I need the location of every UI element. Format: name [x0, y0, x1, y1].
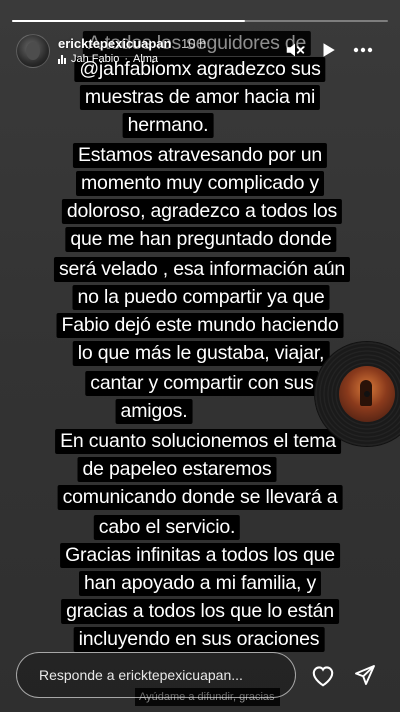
story-text-line: Gracias infinitas a todos los que: [60, 543, 340, 568]
mute-icon[interactable]: [283, 38, 307, 62]
reply-placeholder: Responde a ericktepexicuapan...: [39, 667, 243, 683]
more-icon[interactable]: [351, 38, 375, 62]
avatar[interactable]: [16, 34, 50, 68]
story-text-line: En cuanto solucionemos el tema: [55, 429, 341, 454]
story-text-line: incluyendo en sus oraciones: [73, 627, 325, 652]
story-text-line: doloroso, agradezco a todos los: [61, 199, 343, 224]
story-text-line: cantar y compartir con sus: [85, 371, 319, 396]
music-artist: Jah Fabio: [71, 53, 120, 65]
send-icon[interactable]: [352, 662, 378, 688]
username[interactable]: ericktepexicuapan: [58, 36, 171, 51]
story-text-line: cabo el servicio.: [93, 515, 241, 540]
story-text-line: de papeleo estaremos: [77, 457, 277, 482]
heart-icon[interactable]: [310, 662, 336, 688]
story-text-line: gracias a todos los que lo están: [61, 599, 339, 624]
story-text-line: hermano.: [122, 113, 214, 138]
post-time: 10 h: [181, 36, 207, 51]
story-text-line: momento muy complicado y: [76, 171, 324, 196]
story-text-line: han apoyado a mi familia, y: [79, 571, 321, 596]
music-bars-icon: [58, 54, 66, 64]
story-text-line: será velado , esa información aún: [53, 257, 351, 282]
story-text-line: no la puedo compartir ya que: [72, 285, 330, 310]
story-text-line: amigos.: [115, 399, 193, 424]
reply-input[interactable]: Responde a ericktepexicuapan...: [16, 652, 296, 698]
play-icon[interactable]: [316, 38, 340, 62]
story-text-line: lo que más le gustaba, viajar,: [72, 341, 330, 366]
music-attribution[interactable]: Jah Fabio · Alma: [58, 53, 158, 65]
story-text-line: comunicando donde se llevará a: [57, 485, 343, 510]
story-text-line: muestras de amor hacia mi: [79, 85, 321, 110]
music-title: Alma: [132, 53, 159, 65]
story-text-line: Estamos atravesando por un: [72, 143, 328, 168]
vinyl-center-hole: [364, 391, 370, 397]
music-separator: ·: [124, 53, 128, 65]
story-text-line: Fabio dejó este mundo haciendo: [56, 313, 344, 338]
story-text-line: que me han preguntado donde: [65, 227, 337, 252]
